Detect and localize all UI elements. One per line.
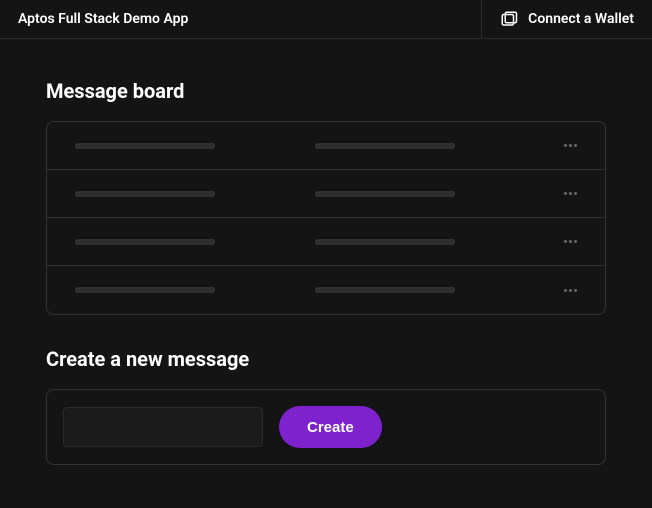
more-icon[interactable] (564, 192, 577, 195)
message-row (47, 266, 605, 314)
more-icon[interactable] (564, 144, 577, 147)
message-row (47, 218, 605, 266)
message-board (46, 121, 606, 315)
app-header: Aptos Full Stack Demo App Connect a Wall… (0, 0, 652, 39)
message-row (47, 122, 605, 170)
more-icon[interactable] (564, 240, 577, 243)
more-icon[interactable] (564, 289, 577, 292)
create-box: Create (46, 389, 606, 465)
skeleton-placeholder (75, 287, 215, 293)
connect-wallet-button[interactable]: Connect a Wallet (481, 0, 652, 38)
board-title: Message board (46, 79, 606, 103)
skeleton-placeholder (75, 143, 215, 149)
message-input[interactable] (63, 407, 263, 447)
skeleton-placeholder (315, 287, 455, 293)
main-content: Message board (0, 39, 652, 485)
create-button[interactable]: Create (279, 406, 382, 448)
skeleton-placeholder (75, 239, 215, 245)
message-row (47, 170, 605, 218)
skeleton-placeholder (315, 191, 455, 197)
create-section: Create a new message Create (46, 347, 606, 465)
skeleton-placeholder (315, 143, 455, 149)
skeleton-placeholder (315, 239, 455, 245)
wallet-icon (500, 10, 518, 28)
connect-wallet-label: Connect a Wallet (528, 11, 634, 27)
create-title: Create a new message (46, 347, 606, 371)
skeleton-placeholder (75, 191, 215, 197)
app-title: Aptos Full Stack Demo App (18, 11, 188, 27)
